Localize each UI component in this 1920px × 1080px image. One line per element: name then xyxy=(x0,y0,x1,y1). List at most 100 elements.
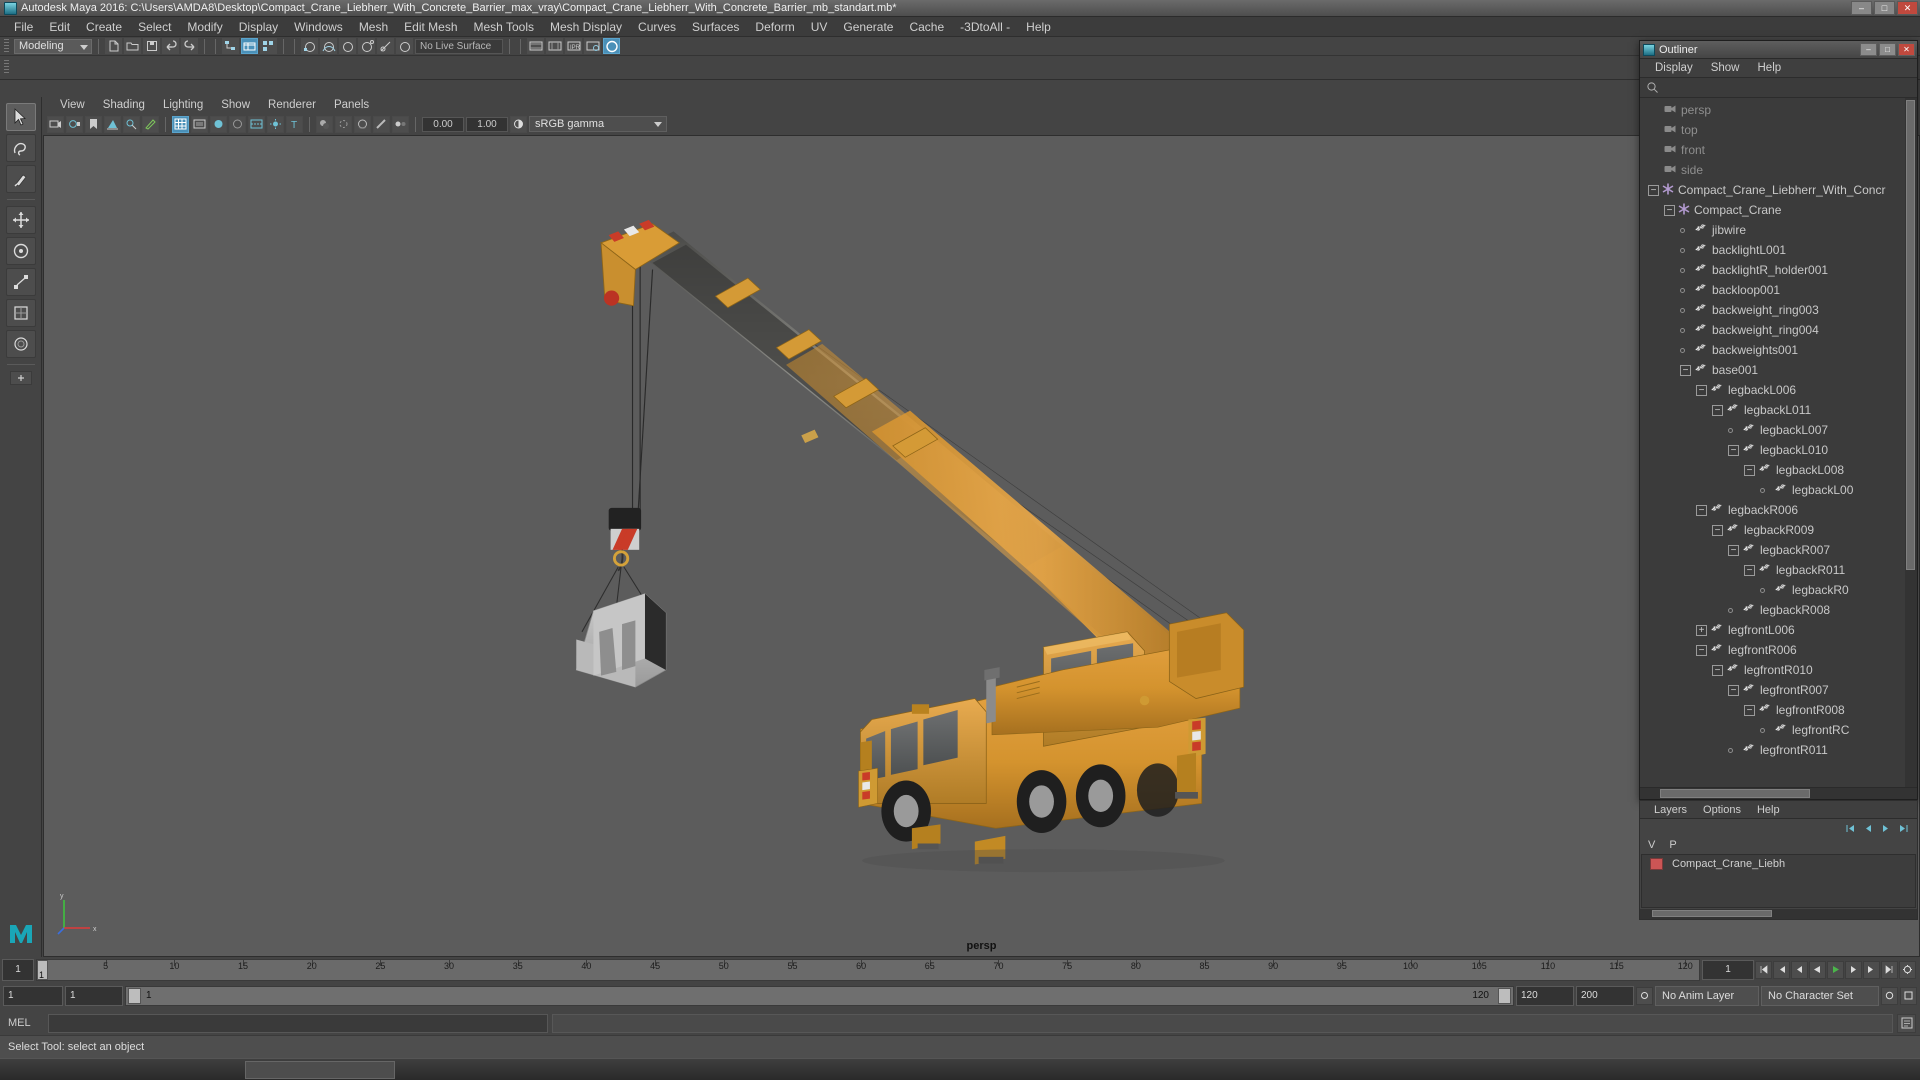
range-start-handle[interactable] xyxy=(128,987,141,1004)
menu-surfaces[interactable]: Surfaces xyxy=(684,18,747,36)
select-tool-button[interactable] xyxy=(5,103,36,131)
current-time-field[interactable]: 1 xyxy=(1702,959,1754,980)
step-back-frame-icon[interactable] xyxy=(1791,960,1808,979)
collapse-toggle-icon[interactable]: − xyxy=(1728,444,1739,456)
collapse-toggle-icon[interactable]: − xyxy=(1664,204,1675,216)
outliner-row[interactable]: backweight_ring003 xyxy=(1640,300,1917,320)
collapse-toggle-icon[interactable]: − xyxy=(1744,704,1755,716)
current-frame-start-field[interactable]: 1 xyxy=(2,958,34,981)
outliner-row[interactable]: − Compact_Crane_Liebherr_With_Concr xyxy=(1640,180,1917,200)
camera-attributes-icon[interactable] xyxy=(66,115,83,133)
collapse-toggle-icon[interactable]: − xyxy=(1696,504,1707,516)
viewport-menu-renderer[interactable]: Renderer xyxy=(259,99,325,111)
layer-menu-options[interactable]: Options xyxy=(1695,804,1749,816)
new-layer-from-selected-icon[interactable] xyxy=(1896,823,1909,834)
ipr-render-icon[interactable]: IPR xyxy=(565,38,582,54)
color-management-icon[interactable] xyxy=(510,115,527,133)
command-input[interactable] xyxy=(48,1013,548,1033)
select-by-component-icon[interactable] xyxy=(260,38,277,54)
paint-select-tool-button[interactable] xyxy=(5,165,36,193)
collapse-toggle-icon[interactable]: − xyxy=(1744,464,1755,476)
outliner-row[interactable]: − legbackL011 xyxy=(1640,400,1917,420)
menu-generate[interactable]: Generate xyxy=(835,18,901,36)
expand-toggle-icon[interactable]: + xyxy=(1696,624,1707,636)
animation-preferences-button[interactable] xyxy=(1881,986,1898,1005)
layer-horizontal-scrollbar[interactable] xyxy=(1640,909,1917,919)
outliner-row[interactable]: + legfrontL006 xyxy=(1640,620,1917,640)
taskbar-window-button[interactable] xyxy=(245,1061,395,1079)
shelf-grip[interactable] xyxy=(4,60,9,75)
outliner-row[interactable]: legbackL00 xyxy=(1640,480,1917,500)
outliner-tree[interactable]: persp top front side − Compact_Crane_Liebherr… xyxy=(1640,98,1917,787)
outliner-row[interactable]: − legbackR011 xyxy=(1640,560,1917,580)
outliner-row[interactable]: top xyxy=(1640,120,1917,140)
scale-tool-button[interactable] xyxy=(5,268,36,296)
toolbar-grip[interactable] xyxy=(4,38,9,54)
open-scene-icon[interactable] xyxy=(124,38,141,54)
outliner-search-input[interactable] xyxy=(1663,80,1917,95)
menu-select[interactable]: Select xyxy=(130,18,179,36)
collapse-toggle-icon[interactable]: − xyxy=(1712,664,1723,676)
menu-windows[interactable]: Windows xyxy=(286,18,351,36)
character-set-selector[interactable]: No Character Set xyxy=(1761,985,1879,1006)
render-settings-icon[interactable] xyxy=(584,38,601,54)
menu-modify[interactable]: Modify xyxy=(179,18,230,36)
menu-uv[interactable]: UV xyxy=(803,18,836,36)
collapse-toggle-icon[interactable]: − xyxy=(1728,684,1739,696)
outliner-row[interactable]: jibwire xyxy=(1640,220,1917,240)
outliner-row[interactable]: legfrontRC xyxy=(1640,720,1917,740)
gamma-field[interactable]: 1.00 xyxy=(466,116,508,132)
viewport-menu-panels[interactable]: Panels xyxy=(325,99,378,111)
menu-mesh-display[interactable]: Mesh Display xyxy=(542,18,630,36)
layer-menu-help[interactable]: Help xyxy=(1749,804,1788,816)
maximize-button[interactable]: □ xyxy=(1874,1,1895,15)
mel-label[interactable]: MEL xyxy=(4,1017,44,1029)
menu-deform[interactable]: Deform xyxy=(747,18,802,36)
outliner-row[interactable]: backweights001 xyxy=(1640,340,1917,360)
collapse-toggle-icon[interactable]: − xyxy=(1728,544,1739,556)
outliner-row[interactable]: − legbackL006 xyxy=(1640,380,1917,400)
universal-manipulator-button[interactable] xyxy=(5,299,36,327)
menuset-selector[interactable]: Modeling xyxy=(14,38,92,54)
menu-display[interactable]: Display xyxy=(231,18,286,36)
close-button[interactable]: ✕ xyxy=(1897,1,1918,15)
outliner-menu-show[interactable]: Show xyxy=(1702,62,1749,74)
menu-file[interactable]: File xyxy=(6,18,41,36)
color-space-selector[interactable]: sRGB gamma xyxy=(529,116,667,132)
wireframe-shading-icon[interactable] xyxy=(210,115,227,133)
use-all-lights-icon[interactable] xyxy=(267,115,284,133)
outliner-minimize-button[interactable]: – xyxy=(1860,43,1877,56)
bookmark-icon[interactable] xyxy=(85,115,102,133)
collapse-toggle-icon[interactable]: − xyxy=(1712,404,1723,416)
play-forwards-icon[interactable] xyxy=(1827,960,1844,979)
go-to-start-icon[interactable] xyxy=(1755,960,1772,979)
outliner-row[interactable]: legbackL007 xyxy=(1640,420,1917,440)
outliner-menu-display[interactable]: Display xyxy=(1646,62,1702,74)
collapse-toggle-icon[interactable]: − xyxy=(1648,184,1659,196)
viewport-menu-lighting[interactable]: Lighting xyxy=(154,99,212,111)
time-slider-track[interactable]: 1 5 10 15 20 25 30 35 40 45 50 55 60 65 70 75 80 85 90 95 1… xyxy=(36,958,1700,981)
menu-curves[interactable]: Curves xyxy=(630,18,684,36)
hypershade-icon[interactable] xyxy=(603,38,620,54)
animation-end-field[interactable]: 200 xyxy=(1576,985,1634,1006)
snap-to-view-plane-icon[interactable] xyxy=(377,38,394,54)
image-plane-icon[interactable] xyxy=(104,115,121,133)
range-bar[interactable] xyxy=(126,986,1513,1005)
outliner-maximize-button[interactable]: □ xyxy=(1879,43,1896,56)
exposure-field[interactable]: 0.00 xyxy=(422,116,464,132)
layer-color-swatch[interactable] xyxy=(1650,857,1663,870)
snap-to-grid-icon[interactable] xyxy=(301,38,318,54)
save-scene-icon[interactable] xyxy=(143,38,160,54)
play-backwards-icon[interactable] xyxy=(1809,960,1826,979)
step-forward-key-icon[interactable] xyxy=(1863,960,1880,979)
outliner-row[interactable]: legbackR008 xyxy=(1640,600,1917,620)
auto-key-icon[interactable] xyxy=(1636,986,1653,1005)
outliner-close-button[interactable]: ✕ xyxy=(1898,43,1915,56)
grid-toggle-icon[interactable] xyxy=(172,115,189,133)
rotate-tool-button[interactable] xyxy=(5,237,36,265)
make-live-icon[interactable] xyxy=(396,38,413,54)
menu-edit-mesh[interactable]: Edit Mesh xyxy=(396,18,465,36)
multisample-aa-icon[interactable] xyxy=(373,115,390,133)
snap-to-point-icon[interactable] xyxy=(339,38,356,54)
outliner-row[interactable]: − legfrontR008 xyxy=(1640,700,1917,720)
